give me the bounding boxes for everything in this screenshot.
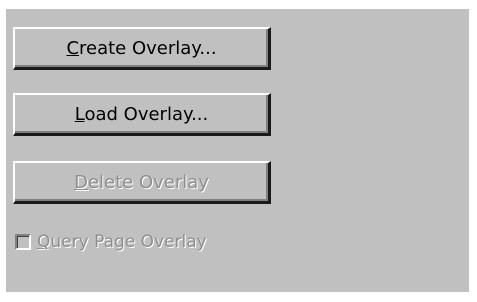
query-page-overlay-option[interactable]: Query Page Overlay (15, 230, 207, 254)
load-overlay-text: oad Overlay... (84, 103, 209, 125)
delete-overlay-label: Delete Overlay (74, 172, 209, 193)
delete-overlay-mnemonic: D (74, 171, 88, 193)
load-overlay-mnemonic: L (74, 103, 85, 125)
query-page-overlay-label: Query Page Overlay (37, 232, 207, 252)
overlay-options-panel: Create Overlay... Load Overlay... Delete… (0, 0, 477, 302)
query-page-overlay-mnemonic: Q (37, 232, 51, 252)
load-overlay-button[interactable]: Load Overlay... (13, 93, 271, 136)
query-page-overlay-text: uery Page Overlay (50, 232, 207, 252)
create-overlay-text: reate Overlay... (79, 37, 217, 59)
delete-overlay-button[interactable]: Delete Overlay (13, 161, 271, 204)
create-overlay-label: Create Overlay... (66, 38, 216, 59)
delete-overlay-text: elete Overlay (87, 171, 209, 193)
query-page-overlay-checkbox[interactable] (15, 234, 31, 250)
create-overlay-mnemonic: C (66, 37, 80, 59)
create-overlay-button[interactable]: Create Overlay... (13, 27, 271, 70)
load-overlay-label: Load Overlay... (75, 104, 209, 125)
